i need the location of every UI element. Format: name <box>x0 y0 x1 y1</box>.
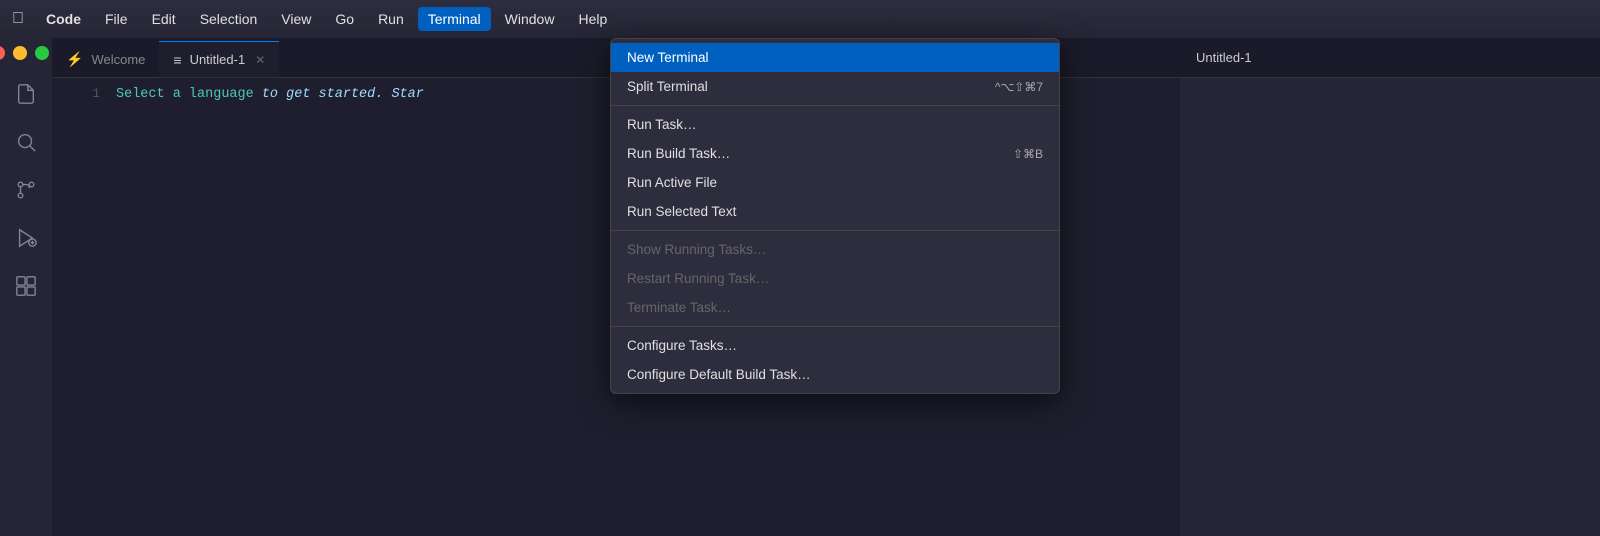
line-number-1: 1 <box>60 86 100 101</box>
traffic-light-minimize[interactable] <box>13 46 27 60</box>
dropdown-item-run-build-task-[interactable]: Run Build Task… ⇧⌘B <box>611 139 1059 168</box>
dropdown-item-shortcut: ^⌥⇧⌘7 <box>995 80 1043 94</box>
vscode-tab-icon: ⚡ <box>66 51 83 68</box>
terminal-dropdown-menu: New Terminal Split Terminal ^⌥⇧⌘7 Run Task…… <box>610 38 1060 394</box>
dropdown-item-split-terminal[interactable]: Split Terminal ^⌥⇧⌘7 <box>611 72 1059 101</box>
dropdown-item-run-active-file[interactable]: Run Active File <box>611 168 1059 197</box>
menu-terminal[interactable]: Terminal <box>418 7 491 31</box>
dropdown-item-label: Run Active File <box>627 175 717 190</box>
dropdown-item-label: Configure Tasks… <box>627 338 737 353</box>
menu-selection[interactable]: Selection <box>190 7 268 31</box>
dropdown-item-restart-running-task-: Restart Running Task… <box>611 264 1059 293</box>
dropdown-item-label: Show Running Tasks… <box>627 242 766 257</box>
run-debug-icon[interactable] <box>12 224 40 252</box>
apple-icon:  <box>12 10 24 28</box>
menu-run[interactable]: Run <box>368 7 414 31</box>
right-panel-title: Untitled-1 <box>1196 50 1252 65</box>
dropdown-item-terminate-task-: Terminate Task… <box>611 293 1059 322</box>
menu-file[interactable]: File <box>95 7 138 31</box>
file-tab-icon: ≡ <box>173 52 181 68</box>
menu-go[interactable]: Go <box>325 7 364 31</box>
tab-untitled-label: Untitled-1 <box>190 52 246 67</box>
dropdown-item-new-terminal[interactable]: New Terminal <box>611 43 1059 72</box>
activity-bar <box>0 38 52 536</box>
dropdown-item-label: New Terminal <box>627 50 709 65</box>
dropdown-separator <box>611 326 1059 327</box>
traffic-lights <box>0 46 49 60</box>
files-icon[interactable] <box>12 80 40 108</box>
menu-edit[interactable]: Edit <box>142 7 186 31</box>
menu-code[interactable]: Code <box>36 7 91 31</box>
dropdown-item-label: Run Build Task… <box>627 146 730 161</box>
tab-close-button[interactable]: ✕ <box>255 53 265 67</box>
tab-welcome-label: Welcome <box>91 52 145 67</box>
dropdown-item-label: Configure Default Build Task… <box>627 367 811 382</box>
dropdown-item-show-running-tasks-: Show Running Tasks… <box>611 235 1059 264</box>
traffic-light-maximize[interactable] <box>35 46 49 60</box>
dropdown-item-label: Restart Running Task… <box>627 271 769 286</box>
right-panel-header: Untitled-1 <box>1180 38 1600 78</box>
code-keyword: Select a language <box>116 87 254 102</box>
dropdown-item-configure-tasks-[interactable]: Configure Tasks… <box>611 331 1059 360</box>
dropdown-item-configure-default-build-task-[interactable]: Configure Default Build Task… <box>611 360 1059 389</box>
dropdown-item-run-task-[interactable]: Run Task… <box>611 110 1059 139</box>
dropdown-item-label: Run Task… <box>627 117 697 132</box>
source-control-icon[interactable] <box>12 176 40 204</box>
dropdown-item-run-selected-text[interactable]: Run Selected Text <box>611 197 1059 226</box>
dropdown-item-label: Terminate Task… <box>627 300 731 315</box>
dropdown-separator <box>611 105 1059 106</box>
line-code-1: Select a language to get started. Star <box>116 87 424 102</box>
menu-window[interactable]: Window <box>495 7 565 31</box>
menubar:  Code File Edit Selection View Go Run T… <box>0 0 1600 38</box>
dropdown-item-label: Run Selected Text <box>627 204 736 219</box>
menu-view[interactable]: View <box>271 7 321 31</box>
tab-untitled-1[interactable]: ≡ Untitled-1 ✕ <box>159 41 279 77</box>
search-icon[interactable] <box>12 128 40 156</box>
traffic-light-close[interactable] <box>0 46 5 60</box>
dropdown-item-label: Split Terminal <box>627 79 708 94</box>
tab-welcome[interactable]: ⚡ Welcome <box>52 41 159 77</box>
code-text: to get started. Star <box>254 87 424 102</box>
dropdown-separator <box>611 230 1059 231</box>
extensions-icon[interactable] <box>12 272 40 300</box>
dropdown-item-shortcut: ⇧⌘B <box>1013 147 1043 161</box>
right-panel: Untitled-1 <box>1180 38 1600 536</box>
menu-help[interactable]: Help <box>568 7 617 31</box>
